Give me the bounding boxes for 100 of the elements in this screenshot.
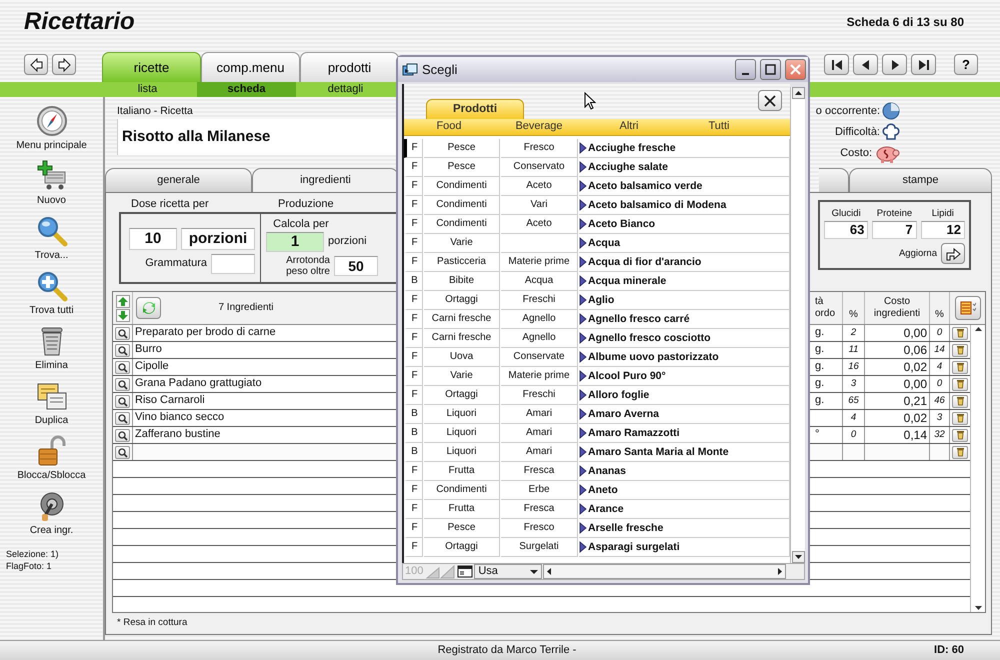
unit-field[interactable]: porzioni xyxy=(181,228,255,250)
triangle-icon xyxy=(579,484,587,496)
scroll-down-icon[interactable] xyxy=(792,551,804,563)
trash-icon xyxy=(954,446,966,458)
lock-button[interactable]: Blocca/Sblocca xyxy=(0,435,103,490)
product-link[interactable]: Ananas xyxy=(579,462,790,481)
list-button[interactable] xyxy=(954,296,980,320)
back-button[interactable] xyxy=(24,54,48,75)
arrow-down-icon[interactable] xyxy=(116,308,130,322)
create-ingredient-button[interactable]: Crea ingr. xyxy=(0,490,103,545)
table-cell: 0,00 xyxy=(865,325,930,341)
product-link[interactable]: Alloro foglie xyxy=(579,386,790,405)
last-record-button[interactable] xyxy=(911,54,936,75)
round-field[interactable]: 50 xyxy=(334,256,378,276)
search-button[interactable] xyxy=(115,412,130,424)
nutrient-label: Proteine xyxy=(876,208,912,219)
new-button[interactable]: Nuovo xyxy=(0,160,103,215)
product-link[interactable]: Amaro Santa Maria al Monte xyxy=(579,443,790,462)
product-link[interactable]: Aceto Bianco xyxy=(579,215,790,234)
update-button[interactable] xyxy=(941,243,965,264)
filter-button[interactable]: Beverage xyxy=(494,119,584,135)
scroll-up-icon[interactable] xyxy=(792,87,804,99)
search-button[interactable] xyxy=(115,360,130,374)
product-link[interactable]: Alcool Puro 90° xyxy=(579,367,790,386)
filter-button[interactable]: Food xyxy=(404,119,494,135)
delete-button[interactable] xyxy=(952,446,968,458)
nutrient-field[interactable]: 12 xyxy=(920,221,965,239)
product-link[interactable]: Acqua minerale xyxy=(579,272,790,291)
section-tab[interactable]: generale xyxy=(105,168,252,192)
sub-tab[interactable]: dettagli xyxy=(296,82,395,97)
product-link[interactable]: Aceto balsamico di Modena xyxy=(579,196,790,215)
arrow-up-icon[interactable] xyxy=(116,294,130,308)
main-tab[interactable]: ricette xyxy=(102,52,201,82)
product-link[interactable]: Acqua di fior d'arancio xyxy=(579,253,790,272)
search-button[interactable] xyxy=(115,446,130,458)
main-menu-button[interactable]: Menu principale xyxy=(0,105,103,160)
product-link[interactable]: Asparagi surgelati xyxy=(579,538,790,557)
nutrient-field[interactable]: 63 xyxy=(824,221,868,239)
delete-button[interactable]: Elimina xyxy=(0,325,103,380)
sub-tab[interactable]: lista xyxy=(98,82,197,97)
product-link[interactable]: Arance xyxy=(579,500,790,519)
previous-record-button[interactable] xyxy=(853,54,878,75)
product-link[interactable]: Agnello fresco carré xyxy=(579,310,790,329)
product-link[interactable]: Agnello fresco cosciotto xyxy=(579,329,790,348)
duplicate-button[interactable]: Duplica xyxy=(0,380,103,435)
scrollbar[interactable] xyxy=(790,87,805,563)
product-link[interactable]: Acciughe salate xyxy=(579,158,790,177)
search-all-button[interactable]: Trova tutti xyxy=(0,270,103,325)
delete-button[interactable] xyxy=(952,428,968,442)
scrollbar[interactable] xyxy=(970,325,985,612)
refresh-button[interactable] xyxy=(136,297,161,319)
product-link[interactable]: Amaro Averna xyxy=(579,405,790,424)
delete-button[interactable] xyxy=(952,378,968,390)
close-button[interactable] xyxy=(758,90,782,111)
main-tab[interactable]: comp.menu xyxy=(201,52,300,82)
delete-button[interactable] xyxy=(952,412,968,424)
next-record-button[interactable] xyxy=(882,54,907,75)
product-link[interactable]: Amaro Ramazzotti xyxy=(579,424,790,443)
search-button[interactable] xyxy=(115,344,130,356)
product-link[interactable]: Acciughe fresche xyxy=(579,139,790,158)
section-tab[interactable]: stampe xyxy=(849,168,992,192)
search-button[interactable] xyxy=(115,428,130,442)
delete-button[interactable] xyxy=(952,360,968,374)
portions-field[interactable]: 1 xyxy=(266,232,324,252)
product-link[interactable]: Arselle fresche xyxy=(579,519,790,538)
product-link[interactable]: Aneto xyxy=(579,481,790,500)
product-link[interactable]: Aceto balsamico verde xyxy=(579,177,790,196)
scrollbar[interactable] xyxy=(543,564,786,579)
section-tab[interactable] xyxy=(819,168,849,192)
table-cell: 16 xyxy=(843,359,865,375)
table-cell: Condimenti xyxy=(424,215,500,234)
forward-button[interactable] xyxy=(52,54,76,75)
product-link[interactable]: Acqua xyxy=(579,234,790,253)
maximize-button[interactable] xyxy=(760,59,781,80)
search-button[interactable] xyxy=(115,326,130,340)
minimize-button[interactable] xyxy=(735,59,756,80)
help-button[interactable]: ? xyxy=(954,54,978,75)
ingredient-count: 7 Ingredienti xyxy=(218,302,274,313)
table-cell: 4 xyxy=(930,359,950,375)
main-tab[interactable]: prodotti xyxy=(300,52,399,82)
category-tab[interactable]: Prodotti xyxy=(426,99,524,119)
nutrient-field[interactable]: 7 xyxy=(872,221,917,239)
delete-button[interactable] xyxy=(952,326,968,340)
first-record-button[interactable] xyxy=(824,54,849,75)
search-button[interactable] xyxy=(115,378,130,390)
quantity-field[interactable]: 10 xyxy=(129,228,177,250)
sub-tab[interactable]: scheda xyxy=(197,82,296,97)
search-button[interactable]: Trova... xyxy=(0,215,103,270)
triangle-icon xyxy=(579,389,587,401)
view-dropdown[interactable]: Usa xyxy=(474,564,542,579)
product-link[interactable]: Albume uovo pastorizzato xyxy=(579,348,790,367)
delete-button[interactable] xyxy=(952,344,968,356)
scroll-down-icon[interactable] xyxy=(974,604,982,612)
product-link[interactable]: Aglio xyxy=(579,291,790,310)
search-button[interactable] xyxy=(115,394,130,408)
section-tab[interactable]: ingredienti xyxy=(252,168,399,192)
delete-button[interactable] xyxy=(952,394,968,408)
filter-button[interactable]: Tutti xyxy=(674,119,764,135)
filter-button[interactable]: Altri xyxy=(584,119,674,135)
weight-field[interactable] xyxy=(211,254,255,274)
